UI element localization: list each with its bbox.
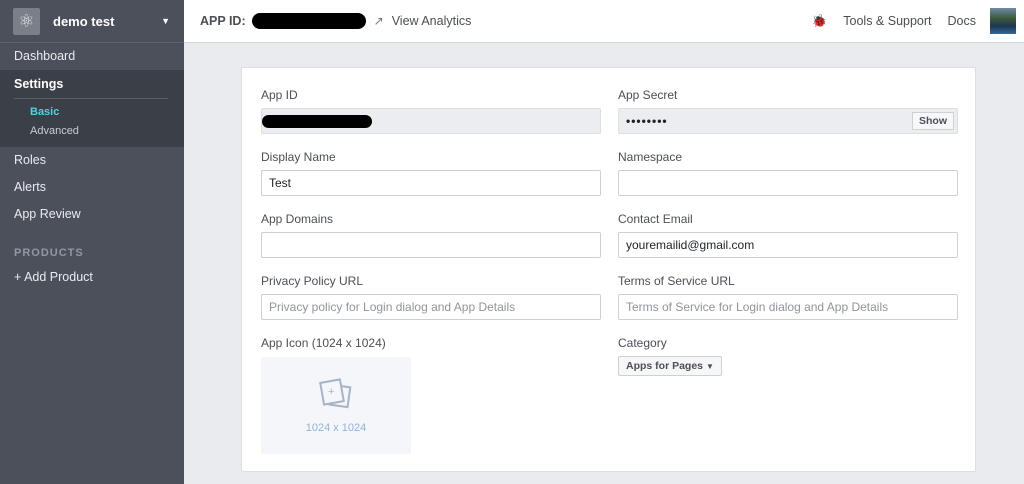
sidebar-item-settings[interactable]: Settings (0, 70, 184, 98)
sidebar-item-app-review[interactable]: App Review (0, 201, 184, 228)
app-secret-value: •••••••• (626, 114, 668, 128)
app-icon-label: App Icon (1024 x 1024) (261, 336, 386, 350)
namespace-label: Namespace (618, 150, 683, 164)
tos-url-placeholder: Terms of Service for Login dialog and Ap… (626, 300, 889, 314)
app-id-field: App ID (261, 88, 601, 134)
app-id-input[interactable] (261, 108, 601, 134)
privacy-url-input[interactable]: Privacy policy for Login dialog and App … (261, 294, 601, 320)
sidebar: ⚛ demo test ▼ Dashboard Settings Basic A… (0, 0, 184, 484)
redacted-app-id (251, 13, 366, 29)
namespace-field: Namespace (618, 150, 958, 196)
app-id-label: App ID (261, 88, 298, 102)
show-secret-button[interactable]: Show (912, 112, 954, 130)
tos-url-input[interactable]: Terms of Service for Login dialog and Ap… (618, 294, 958, 320)
app-icon-field: App Icon (1024 x 1024) + 1024 x 1024 (261, 336, 601, 454)
bug-icon[interactable]: 🐞 (812, 14, 828, 29)
app-name: demo test (53, 13, 115, 29)
chevron-down-icon[interactable]: ▼ (161, 16, 170, 26)
privacy-url-label: Privacy Policy URL (261, 274, 364, 288)
sidebar-item-dashboard[interactable]: Dashboard (0, 43, 184, 70)
app-id-label: APP ID: (200, 14, 246, 28)
add-product-link[interactable]: + Add Product (0, 264, 184, 291)
tos-url-label: Terms of Service URL (618, 274, 735, 288)
display-name-label: Display Name (261, 150, 336, 164)
sidebar-item-basic[interactable]: Basic (0, 103, 184, 122)
app-icon-upload[interactable]: + 1024 x 1024 (261, 357, 411, 454)
app-icon-size: 1024 x 1024 (305, 421, 367, 434)
tos-url-field: Terms of Service URL Terms of Service fo… (618, 274, 958, 320)
contact-email-field: Contact Email youremailid@gmail.com (618, 212, 958, 258)
privacy-url-placeholder: Privacy policy for Login dialog and App … (269, 300, 516, 314)
view-analytics-link[interactable]: View Analytics (392, 14, 472, 28)
products-heading: PRODUCTS (14, 247, 84, 259)
category-label: Category (618, 336, 667, 350)
avatar[interactable] (990, 8, 1016, 34)
namespace-input[interactable] (618, 170, 958, 196)
contact-email-label: Contact Email (618, 212, 693, 226)
app-secret-field: App Secret •••••••• Show (618, 88, 958, 134)
trend-icon: ↗ (373, 14, 384, 28)
sidebar-item-roles[interactable]: Roles (0, 147, 184, 174)
sidebar-item-alerts[interactable]: Alerts (0, 174, 184, 201)
privacy-url-field: Privacy Policy URL Privacy policy for Lo… (261, 274, 601, 320)
app-secret-input[interactable]: •••••••• Show (618, 108, 958, 134)
divider (14, 98, 168, 99)
category-dropdown[interactable]: Apps for Pages ▼ (618, 356, 722, 376)
image-add-icon: + (319, 377, 352, 408)
sidebar-section-settings: Settings Basic Advanced (0, 70, 184, 147)
contact-email-input[interactable]: youremailid@gmail.com (618, 232, 958, 258)
sidebar-item-advanced[interactable]: Advanced (0, 122, 184, 141)
category-value: Apps for Pages (626, 360, 704, 372)
tools-support-link[interactable]: Tools & Support (843, 14, 931, 28)
app-domains-label: App Domains (261, 212, 334, 226)
svg-text:+: + (328, 386, 334, 398)
app-domains-field: App Domains (261, 212, 601, 258)
app-domains-input[interactable] (261, 232, 601, 258)
category-field: Category Apps for Pages ▼ (618, 336, 958, 376)
top-bar: APP ID: ↗ View Analytics 🐞 Tools & Suppo… (184, 0, 1024, 43)
app-logo-icon: ⚛ (13, 7, 40, 35)
caret-down-icon: ▼ (705, 362, 714, 371)
app-secret-label: App Secret (618, 88, 678, 102)
app-switcher[interactable]: ⚛ demo test ▼ (0, 0, 184, 43)
display-name-field: Display Name Test (261, 150, 601, 196)
settings-card: App ID App Secret •••••••• Show Display N… (241, 67, 976, 472)
docs-link[interactable]: Docs (948, 14, 976, 28)
display-name-input[interactable]: Test (261, 170, 601, 196)
